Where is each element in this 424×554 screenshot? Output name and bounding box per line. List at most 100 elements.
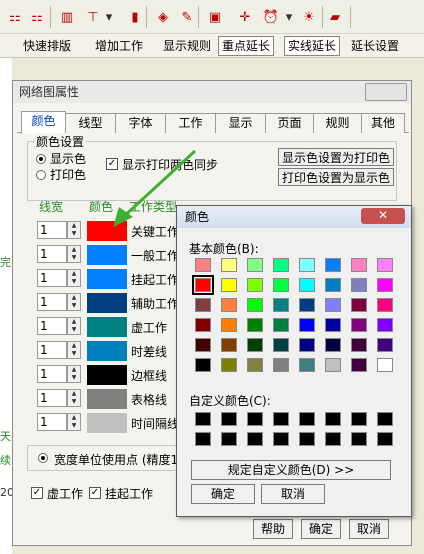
- basic-color-swatch[interactable]: [299, 298, 315, 312]
- dialog-close-button[interactable]: [365, 83, 407, 101]
- basic-color-swatch[interactable]: [273, 318, 289, 332]
- custom-color-swatch[interactable]: [273, 412, 289, 426]
- hierarchy-icon[interactable]: ⚏: [4, 6, 26, 28]
- color-swatch[interactable]: [87, 317, 127, 337]
- spin-arrows-icon[interactable]: ▲ ▼: [67, 221, 81, 239]
- basic-color-swatch[interactable]: [377, 318, 393, 332]
- tab-5[interactable]: 页面: [265, 113, 314, 133]
- spin-arrows-icon[interactable]: ▲ ▼: [67, 413, 81, 431]
- spin-arrows-icon[interactable]: ▲ ▼: [67, 389, 81, 407]
- color-cancel-button[interactable]: 取消: [261, 484, 325, 504]
- basic-color-swatch[interactable]: [273, 338, 289, 352]
- basic-color-swatch[interactable]: [325, 278, 341, 292]
- color-swatch[interactable]: [87, 413, 127, 433]
- monitor-icon[interactable]: ▣: [204, 6, 226, 28]
- tab-3[interactable]: 工作: [165, 113, 216, 133]
- basic-color-swatch[interactable]: [273, 258, 289, 272]
- unit-radio[interactable]: [38, 453, 48, 463]
- print-color-radio[interactable]: [36, 170, 46, 180]
- basic-color-swatch[interactable]: [325, 298, 341, 312]
- basic-color-swatch[interactable]: [221, 358, 237, 372]
- basic-color-swatch[interactable]: [195, 298, 211, 312]
- tree-icon[interactable]: ⊤: [82, 6, 104, 28]
- custom-color-swatch[interactable]: [299, 432, 315, 446]
- basic-color-swatch[interactable]: [273, 298, 289, 312]
- custom-color-swatch[interactable]: [377, 432, 393, 446]
- basic-color-swatch[interactable]: [351, 358, 367, 372]
- line-width-input[interactable]: 1: [37, 221, 67, 239]
- color-swatch[interactable]: [87, 293, 127, 313]
- define-custom-colors-button[interactable]: 规定自定义颜色(D) >>: [191, 460, 391, 480]
- tab-1[interactable]: 线型: [65, 113, 116, 133]
- virtual-work-checkbox[interactable]: ✓: [31, 487, 43, 499]
- basic-color-swatch[interactable]: [247, 258, 263, 272]
- basic-color-swatch[interactable]: [221, 318, 237, 332]
- spin-arrows-icon[interactable]: ▲ ▼: [67, 269, 81, 287]
- basic-color-swatch[interactable]: [351, 278, 367, 292]
- show-rules-button[interactable]: 显示规则: [160, 36, 214, 56]
- line-width-input[interactable]: 1: [37, 341, 67, 359]
- basic-color-swatch[interactable]: [195, 318, 211, 332]
- help-button[interactable]: 帮助: [253, 519, 293, 539]
- basic-color-swatch[interactable]: [377, 338, 393, 352]
- basic-color-swatch[interactable]: [247, 358, 263, 372]
- tab-0[interactable]: 颜色: [21, 111, 66, 134]
- display-color-radio[interactable]: [36, 154, 46, 164]
- line-width-input[interactable]: 1: [37, 245, 67, 263]
- add-work-button[interactable]: 增加工作: [92, 36, 146, 56]
- line-width-input[interactable]: 1: [37, 293, 67, 311]
- basic-color-swatch[interactable]: [299, 278, 315, 292]
- basic-color-swatch[interactable]: [351, 258, 367, 272]
- basic-color-swatch[interactable]: [221, 338, 237, 352]
- basic-color-swatch[interactable]: [325, 358, 341, 372]
- basic-color-swatch[interactable]: [273, 278, 289, 292]
- tab-7[interactable]: 其他: [361, 113, 405, 133]
- custom-color-swatch[interactable]: [377, 412, 393, 426]
- line-width-input[interactable]: 1: [37, 389, 67, 407]
- basic-color-swatch[interactable]: [195, 338, 211, 352]
- cancel-button[interactable]: 取消: [349, 519, 389, 539]
- custom-color-swatch[interactable]: [247, 432, 263, 446]
- basic-color-swatch[interactable]: [325, 338, 341, 352]
- custom-color-swatch[interactable]: [195, 412, 211, 426]
- color-swatch[interactable]: [87, 365, 127, 385]
- line-width-input[interactable]: 1: [37, 317, 67, 335]
- custom-color-swatch[interactable]: [195, 432, 211, 446]
- basic-color-swatch[interactable]: [377, 258, 393, 272]
- basic-color-swatch[interactable]: [195, 358, 211, 372]
- custom-color-swatch[interactable]: [273, 432, 289, 446]
- basic-color-swatch[interactable]: [325, 258, 341, 272]
- ok-button[interactable]: 确定: [301, 519, 341, 539]
- basic-color-swatch[interactable]: [221, 258, 237, 272]
- custom-color-swatch[interactable]: [351, 412, 367, 426]
- color-swatch[interactable]: [87, 341, 127, 361]
- basic-color-swatch[interactable]: [247, 318, 263, 332]
- pencil-icon[interactable]: ✎: [176, 6, 198, 28]
- tab-6[interactable]: 规则: [313, 113, 362, 133]
- custom-color-swatch[interactable]: [325, 412, 341, 426]
- color-swatch[interactable]: [87, 269, 127, 289]
- custom-color-swatch[interactable]: [221, 432, 237, 446]
- basic-color-swatch[interactable]: [247, 278, 263, 292]
- eraser-icon[interactable]: ◈: [152, 6, 174, 28]
- basic-color-swatch[interactable]: [299, 358, 315, 372]
- basic-color-swatch[interactable]: [299, 318, 315, 332]
- basic-color-swatch[interactable]: [299, 338, 315, 352]
- chart-icon[interactable]: ▥: [56, 6, 78, 28]
- basic-color-swatch[interactable]: [221, 278, 237, 292]
- tab-2[interactable]: 字体: [115, 113, 166, 133]
- basic-color-swatch[interactable]: [351, 298, 367, 312]
- basic-color-swatch[interactable]: [195, 258, 211, 272]
- custom-color-swatch[interactable]: [325, 432, 341, 446]
- cross-icon[interactable]: ✛: [234, 6, 256, 28]
- print-to-display-button[interactable]: 打印色设置为显示色: [278, 168, 394, 186]
- color-ok-button[interactable]: 确定: [191, 484, 255, 504]
- alarm-icon[interactable]: ⏰: [260, 6, 282, 28]
- outdent-icon[interactable]: ⚏: [26, 6, 48, 28]
- display-to-print-button[interactable]: 显示色设置为打印色: [278, 148, 394, 166]
- dropdown-icon[interactable]: ▾: [104, 6, 114, 28]
- spin-arrows-icon[interactable]: ▲ ▼: [67, 365, 81, 383]
- basic-color-swatch[interactable]: [351, 338, 367, 352]
- dropdown-icon[interactable]: ▾: [284, 6, 294, 28]
- basic-color-swatch[interactable]: [221, 298, 237, 312]
